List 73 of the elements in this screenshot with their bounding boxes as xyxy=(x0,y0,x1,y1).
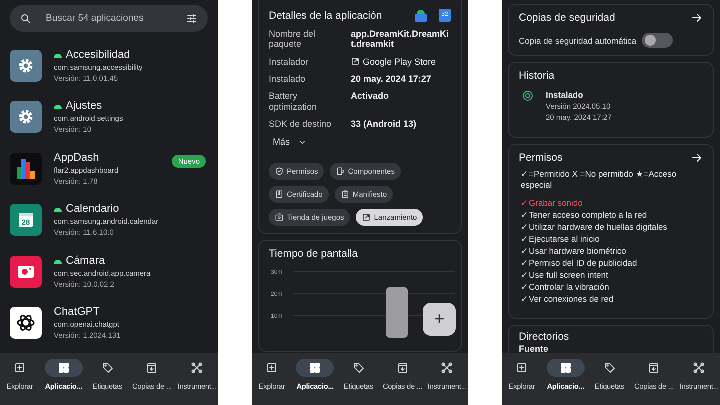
field-label: Nombre del paquete xyxy=(269,29,317,50)
tools-icon xyxy=(441,362,454,374)
field-label: Instalador xyxy=(269,56,310,68)
shield-icon xyxy=(275,167,284,176)
card-title: Permisos xyxy=(519,152,563,164)
card-title: Directorios xyxy=(519,331,570,344)
tag-icon xyxy=(352,362,365,374)
permission-item: ✓Usar hardware biométrico xyxy=(521,245,628,258)
search-bar[interactable]: Buscar 54 aplicaciones xyxy=(10,5,208,32)
permission-item: ✓Use full screen intent xyxy=(521,269,610,282)
permission-item: ✓Controlar la vibración xyxy=(521,281,610,294)
card-title: Copias de seguridad xyxy=(519,12,616,24)
document-icon xyxy=(275,190,284,200)
arrow-right-icon xyxy=(691,12,703,24)
installer-link[interactable]: Google Play Store xyxy=(351,56,451,68)
search-field[interactable]: Buscar 54 aplicaciones xyxy=(46,13,172,24)
grid-icon xyxy=(560,362,572,374)
tools-icon xyxy=(191,362,204,374)
toggle-label: Copia de seguridad automática xyxy=(519,36,637,46)
backup-toggle[interactable] xyxy=(642,33,673,48)
app-name: ChatGPT xyxy=(54,306,100,318)
app-name: Ajustes xyxy=(66,100,102,112)
field-label: Battery optimization xyxy=(269,91,318,112)
install-icon xyxy=(522,90,534,102)
permission-item: ✓Tener acceso completo a la red xyxy=(521,209,648,222)
tag-icon xyxy=(102,362,114,374)
grid-icon xyxy=(58,362,70,374)
card-title: Tiempo de pantalla xyxy=(269,248,358,260)
filter-sliders-icon xyxy=(186,12,198,24)
more-button[interactable]: Más xyxy=(269,137,308,148)
android-icon xyxy=(54,206,62,212)
add-button[interactable]: + xyxy=(423,303,456,336)
tools-icon xyxy=(693,362,706,374)
plus-square-icon xyxy=(516,362,528,374)
app-name: Cámara xyxy=(66,254,106,267)
tag-icon xyxy=(604,362,616,374)
plus-square-icon xyxy=(266,362,278,374)
permission-item: ✓Ejecutarse al inicio xyxy=(521,233,601,246)
arrow-right-icon xyxy=(691,152,703,164)
permission-item: ✓Permiso del ID de publicidad xyxy=(521,257,638,270)
permission-item: ✓Grabar sonido xyxy=(521,197,584,210)
field-value: 33 (Android 13) xyxy=(351,119,418,130)
android-icon xyxy=(54,103,62,110)
play-box-icon xyxy=(275,213,284,222)
package-icon xyxy=(415,9,427,22)
field-value: Activado xyxy=(351,91,390,104)
card-title: Detalles de la aplicación xyxy=(269,10,382,22)
field-value: 20 may. 2024 17:27 xyxy=(351,74,432,84)
app-name: Calendario xyxy=(66,203,120,216)
android-icon xyxy=(54,52,62,58)
component-icon xyxy=(336,167,346,176)
archive-icon xyxy=(146,362,158,374)
field-value: app.DreamKit.DreamKit.dreamkit xyxy=(351,29,450,50)
archive-icon xyxy=(648,362,660,374)
field-label: SDK de destino xyxy=(269,119,333,130)
external-link-icon xyxy=(362,213,372,222)
permission-legend: ✓=Permitido X =No permitido ★=Acceso especial xyxy=(521,169,703,192)
external-link-icon xyxy=(351,57,360,66)
clipboard-icon xyxy=(340,190,350,200)
history-event: Instalado xyxy=(546,90,584,100)
search-icon xyxy=(20,12,32,24)
android-icon xyxy=(54,258,62,264)
app-name: Accesibilidad xyxy=(66,48,130,61)
archive-icon xyxy=(396,362,409,374)
permission-item: ✓Utilizar hardware de huellas digitales xyxy=(521,221,668,234)
plus-square-icon xyxy=(14,362,26,374)
card-title: Historia xyxy=(519,70,555,82)
field-label: Instalado xyxy=(269,74,307,84)
grid-icon xyxy=(309,362,322,374)
usage-bar xyxy=(386,288,408,338)
permission-item: ✓Ver conexiones de red xyxy=(521,293,615,306)
app-name: AppDash xyxy=(54,152,100,164)
directory-label: Fuente xyxy=(519,344,550,353)
